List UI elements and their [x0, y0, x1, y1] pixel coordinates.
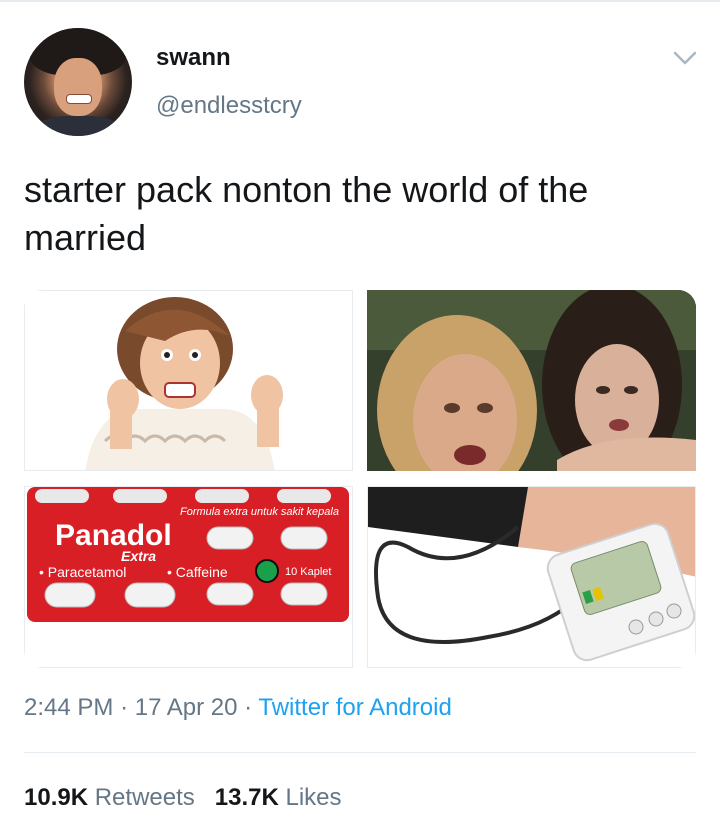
likes-stat[interactable]: 13.7K Likes	[215, 784, 342, 811]
retweets-label: Retweets	[94, 784, 195, 811]
crying-women-illustration	[367, 290, 696, 471]
panadol-count-text: 10 Kaplet	[285, 566, 331, 578]
stats-divider	[24, 752, 696, 753]
avatar-face	[54, 58, 102, 116]
bp-monitor-illustration	[368, 487, 695, 662]
retweets-stat[interactable]: 10.9K Retweets	[24, 784, 195, 811]
user-handle[interactable]: @endlesstcry	[156, 92, 302, 120]
display-name[interactable]: swann	[156, 44, 231, 72]
tweet-text: starter pack nonton the world of the mar…	[24, 169, 589, 258]
tweet-source-link[interactable]: Twitter for Android	[258, 694, 451, 721]
retweets-count: 10.9K	[24, 784, 89, 811]
tweet-time[interactable]: 2:44 PM	[24, 694, 113, 721]
panadol-banner-text: Formula extra untuk sakit kepala	[180, 506, 339, 518]
top-divider	[0, 0, 720, 2]
panadol-variant-text: Extra	[121, 548, 156, 564]
panadol-blister-image[interactable]: Formula extra untuk sakit kepala Panadol…	[24, 486, 353, 668]
panadol-ingredient1-text: • Paracetamol	[39, 564, 126, 580]
tweet-stats: 10.9K Retweets 13.7K Likes	[24, 784, 342, 812]
panadol-pack-illustration: Formula extra untuk sakit kepala Panadol…	[27, 487, 349, 622]
angry-woman-illustration	[85, 297, 283, 470]
avatar-shirt	[32, 116, 124, 136]
tweet-date[interactable]: 17 Apr 20	[135, 694, 238, 721]
media-grid: Formula extra untuk sakit kepala Panadol…	[24, 290, 696, 668]
chevron-down-icon[interactable]	[672, 48, 698, 68]
panadol-ingredient2-text: • Caffeine	[167, 564, 228, 580]
meta-separator: ·	[120, 694, 129, 721]
tweet-meta: 2:44 PM · 17 Apr 20 · Twitter for Androi…	[24, 694, 452, 722]
blood-pressure-monitor-image[interactable]	[367, 486, 696, 668]
angry-woman-image[interactable]	[24, 290, 353, 471]
crying-women-image[interactable]	[367, 290, 696, 471]
likes-count: 13.7K	[214, 784, 279, 811]
avatar[interactable]	[24, 28, 132, 136]
avatar-mouth	[66, 94, 92, 104]
meta-separator: ·	[244, 694, 253, 721]
likes-label: Likes	[285, 784, 342, 811]
